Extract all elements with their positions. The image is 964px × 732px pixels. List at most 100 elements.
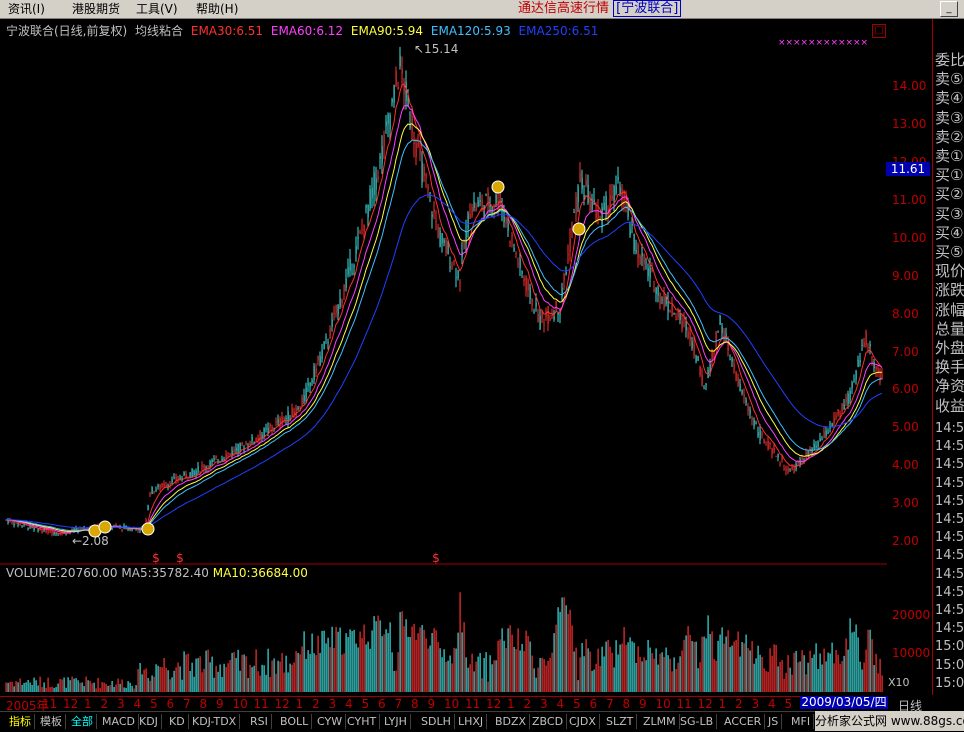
menu-item-help[interactable]: 帮助(H)	[196, 1, 238, 17]
indicator-tab[interactable]: BDZX	[492, 714, 531, 729]
candle-body	[427, 186, 429, 189]
volume-bar	[15, 681, 17, 692]
candle-body	[871, 361, 873, 363]
volume-bar	[227, 663, 229, 692]
candle-body	[275, 421, 277, 423]
volume-bar	[421, 625, 423, 692]
candle-body	[323, 341, 325, 349]
mode-tab[interactable]: 模板	[37, 714, 66, 729]
indicator-tab[interactable]: RSI	[247, 714, 272, 729]
candle-body	[699, 366, 701, 376]
candle-body	[791, 466, 793, 470]
menu-item-tools[interactable]: 工具(V)	[136, 1, 178, 17]
indicator-tab[interactable]: SDLH	[418, 714, 455, 729]
candle-body	[319, 356, 321, 366]
volume-bar	[5, 682, 7, 692]
volume-bar	[857, 637, 859, 692]
volume-bar	[455, 648, 457, 692]
minimize-icon[interactable]: _	[940, 1, 958, 17]
indicator-tab[interactable]: BOLL	[277, 714, 313, 729]
candle-body	[351, 273, 353, 275]
candle-body	[749, 409, 751, 414]
volume-bar	[303, 631, 305, 692]
candle-body	[657, 287, 659, 296]
volume-bar	[181, 679, 183, 692]
indicator-tab[interactable]: MACD	[99, 714, 139, 729]
volume-bar	[31, 684, 33, 692]
indicator-tab[interactable]: JS	[765, 714, 783, 729]
candle-body	[697, 356, 699, 361]
volume-bar	[471, 653, 473, 692]
candle-body	[153, 491, 155, 493]
date-tick: 1	[507, 697, 515, 711]
candle-body	[683, 319, 685, 321]
candle-body	[179, 477, 181, 480]
candle-body	[637, 245, 639, 258]
price-tick: 11.00	[892, 192, 927, 207]
volume-bar	[315, 655, 317, 692]
volume-bar	[717, 640, 719, 692]
volume-bar	[27, 679, 29, 692]
volume-bar	[485, 652, 487, 692]
volume-bar	[259, 675, 261, 692]
volume-bar	[521, 643, 523, 692]
volume-bar	[273, 658, 275, 692]
volume-bar	[125, 687, 127, 692]
candle-body	[389, 115, 391, 130]
volume-bar	[93, 682, 95, 692]
price-tick: 4.00	[892, 458, 919, 473]
mode-tab[interactable]: 指标	[6, 714, 35, 729]
indicator-tab[interactable]: CYHT	[344, 714, 381, 729]
volume-bar	[555, 624, 557, 692]
candle-body	[599, 216, 601, 220]
volume-bar	[797, 662, 799, 692]
candle-body	[659, 293, 661, 304]
volume-bar	[53, 687, 55, 692]
indicator-tab[interactable]: ZBCD	[529, 714, 568, 729]
tick-time: 14:5	[935, 530, 964, 546]
ema-line	[5, 104, 883, 533]
volume-bar	[597, 648, 599, 692]
volume-bar	[329, 647, 331, 692]
volume-bar	[665, 647, 667, 692]
candle-body	[265, 428, 267, 430]
indicator-tab[interactable]: LHXJ	[455, 714, 488, 729]
indicator-tab[interactable]: ZLMM	[640, 714, 680, 729]
indicator-tab[interactable]: CJDX	[566, 714, 600, 729]
indicator-tab[interactable]: LYJH	[381, 714, 411, 729]
close-icon[interactable]: □	[872, 24, 886, 38]
indicator-tab[interactable]: KD	[166, 714, 189, 729]
volume-bar	[209, 662, 211, 692]
volume-bar	[745, 634, 747, 692]
volume-bar	[617, 654, 619, 692]
date-tick: 2	[735, 697, 743, 711]
menu-item-info[interactable]: 资讯(I)	[8, 1, 45, 17]
date-tick: 7	[606, 697, 614, 711]
indicator-tab[interactable]: CYW	[314, 714, 347, 729]
candle-body	[495, 195, 497, 204]
indicator-tab[interactable]: KDJ	[136, 714, 162, 729]
signal-cross: ×	[831, 38, 839, 48]
volume-bar	[647, 639, 649, 692]
menu-item-hk-futures[interactable]: 港股期货	[72, 1, 120, 17]
volume-bar	[685, 635, 687, 692]
indicator-tab[interactable]: KDJ-TDX	[189, 714, 241, 729]
volume-bar	[33, 677, 35, 692]
indicator-tab[interactable]: SG-LB	[677, 714, 718, 729]
volume-bar	[569, 609, 571, 692]
date-tick: 10	[232, 697, 248, 711]
price-chart[interactable]: ↖15.14←2.08$ $ $× × × × × × × × × × × ×	[0, 19, 887, 711]
indicator-tab[interactable]: MFI	[788, 714, 815, 729]
volume-bar	[823, 648, 825, 692]
volume-bar	[601, 646, 603, 692]
candle-body	[401, 68, 403, 74]
volume-bar	[743, 643, 745, 692]
volume-bar	[475, 661, 477, 692]
indicator-tab[interactable]: SLZT	[603, 714, 638, 729]
candle-body	[237, 443, 239, 454]
indicator-tab[interactable]: ACCER	[721, 714, 766, 729]
candle-body	[65, 534, 67, 536]
mode-tab[interactable]: 全部	[68, 714, 97, 729]
stock-name-box[interactable]: [宁波联合]	[613, 0, 682, 17]
candle-body	[687, 331, 689, 339]
